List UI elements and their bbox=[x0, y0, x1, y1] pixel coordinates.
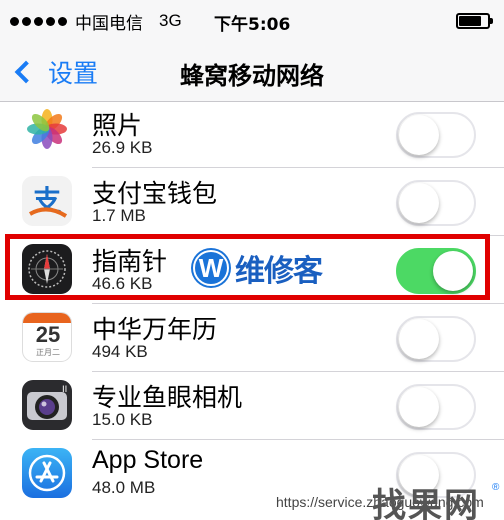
app-data-usage: 494 KB bbox=[92, 342, 148, 361]
app-data-usage: 1.7 MB bbox=[92, 206, 146, 225]
app-name: 照片 bbox=[92, 111, 143, 140]
photos-app-icon bbox=[22, 104, 72, 154]
logo-mark: W bbox=[193, 250, 229, 286]
network-type: 3G bbox=[159, 11, 182, 30]
list-item: II 专业鱼眼相机 15.0 KB bbox=[0, 372, 504, 440]
alipay-app-icon: 支 bbox=[22, 176, 72, 226]
cellular-toggle-photos[interactable] bbox=[396, 112, 476, 158]
battery-icon bbox=[456, 13, 493, 29]
app-store-icon bbox=[22, 448, 72, 498]
battery-level bbox=[459, 16, 481, 26]
list-item: 25 正月二 中华万年历 494 KB bbox=[0, 304, 504, 372]
app-name: 专业鱼眼相机 bbox=[92, 383, 243, 412]
navigation-bar: 设置 蜂窝移动网络 bbox=[0, 42, 504, 102]
app-name: 中华万年历 bbox=[92, 315, 218, 344]
list-item: 支 支付宝钱包 1.7 MB bbox=[0, 168, 504, 236]
calendar-day: 25 bbox=[35, 322, 61, 347]
watermark-registered-mark: ® bbox=[492, 482, 500, 493]
cellular-toggle-alipay[interactable] bbox=[396, 180, 476, 226]
svg-text:II: II bbox=[62, 385, 67, 395]
app-name: App Store bbox=[92, 446, 204, 474]
overlay-logo: W 维修客 bbox=[193, 246, 323, 290]
cellular-toggle-fisheye-camera[interactable] bbox=[396, 384, 476, 430]
watermark-logo: 找果网 bbox=[372, 486, 480, 520]
logo-text: 维修客 bbox=[235, 254, 323, 289]
app-data-usage: 15.0 KB bbox=[92, 410, 153, 429]
app-data-usage: 48.0 MB bbox=[92, 478, 156, 497]
list-item: 照片 26.9 KB bbox=[0, 100, 504, 168]
calendar-app-icon: 25 正月二 bbox=[22, 312, 72, 362]
app-data-usage: 26.9 KB bbox=[92, 138, 153, 157]
signal-strength-icon bbox=[10, 16, 67, 26]
carrier-name: 中国电信 bbox=[75, 13, 143, 34]
page-title: 蜂窝移动网络 bbox=[180, 62, 324, 90]
status-time: 下午5:06 bbox=[214, 15, 291, 35]
status-bar: 中国电信 3G 下午5:06 bbox=[0, 0, 504, 42]
calendar-caption: 正月二 bbox=[36, 348, 60, 357]
cellular-toggle-calendar[interactable] bbox=[396, 316, 476, 362]
fisheye-camera-app-icon: II bbox=[22, 380, 72, 430]
app-name: 支付宝钱包 bbox=[92, 179, 218, 208]
